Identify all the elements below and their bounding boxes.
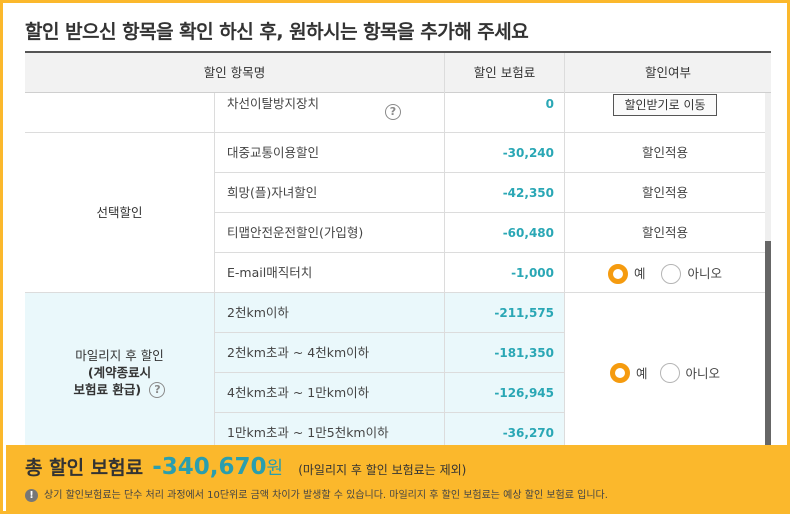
item-amount: -1,000 [445, 253, 565, 293]
group-label-mileage: 마일리지 후 할인 (계약종료시 보험료 환급) ? [25, 293, 215, 445]
discount-panel: 할인 받으신 항목을 확인 하신 후, 원하시는 항목을 추가해 주세요 할인 … [0, 0, 790, 514]
radio-label: 아니오 [685, 366, 721, 381]
item-status: 할인적용 [641, 185, 688, 200]
group-label: 선택할인 [96, 205, 143, 220]
table-row: 2천km초과 ~ 4천km이하 -181,350 [215, 333, 565, 373]
scrollbar[interactable] [765, 93, 771, 445]
table-row: 희망(플)자녀할인 -42,350 할인적용 [215, 173, 765, 213]
radio-checked-icon[interactable] [607, 263, 628, 284]
item-amount: -211,575 [445, 293, 565, 333]
table-row: 티맵안전운전할인(가입형) -60,480 할인적용 [215, 213, 765, 253]
notice-line: ! 상기 할인보험료는 단수 처리 과정에서 10단위로 금액 차이가 발생할 수… [25, 486, 608, 502]
header-premium: 할인 보험료 [445, 53, 565, 93]
total-summary: 총 할인 보험료 -340,670원 (마일리지 후 할인 보험료는 제외) !… [6, 445, 790, 514]
item-name: 4천km초과 ~ 1만km이하 [215, 373, 445, 413]
discount-table: 할인 항목명 할인 보험료 할인여부 차선이탈방지장치 ? 0 할인받기로 이동… [25, 51, 771, 445]
item-amount: -60,480 [445, 213, 565, 253]
total-line: 총 할인 보험료 -340,670원 (마일리지 후 할인 보험료는 제외) [25, 453, 466, 480]
radio-unchecked-icon[interactable] [661, 263, 682, 284]
group-label: 마일리지 후 할인 [75, 347, 164, 363]
table-row: 대중교통이용할인 -30,240 할인적용 [215, 133, 765, 173]
item-amount: -30,240 [445, 133, 565, 173]
item-amount: -181,350 [445, 333, 565, 373]
item-status: 할인적용 [641, 145, 688, 160]
item-amount: 0 [445, 93, 565, 133]
item-name: 희망(플)자녀할인 [215, 173, 445, 213]
total-label: 총 할인 보험료 [25, 457, 144, 479]
total-value: -340,670 [152, 454, 267, 480]
group-label-sub: 보험료 환급) [73, 381, 142, 397]
radio-label: 예 [635, 366, 648, 381]
scrollbar-thumb[interactable] [765, 241, 771, 445]
group-cell-empty [25, 93, 215, 133]
email-no-radio[interactable]: 아니오 [661, 254, 722, 294]
total-note: (마일리지 후 할인 보험료는 제외) [298, 463, 467, 477]
item-status-cell: 할인받기로 이동 [565, 93, 765, 133]
page-title: 할인 받으신 항목을 확인 하신 후, 원하시는 항목을 추가해 주세요 [25, 21, 529, 43]
item-name: 티맵안전운전할인(가입형) [215, 213, 445, 253]
table-row: 4천km초과 ~ 1만km이하 -126,945 [215, 373, 565, 413]
exclamation-icon: ! [25, 488, 38, 502]
email-yes-radio[interactable]: 예 [607, 254, 646, 294]
item-name: 차선이탈방지장치 [227, 96, 320, 111]
mileage-yes-radio[interactable]: 예 [609, 362, 648, 383]
table-row: 1만km초과 ~ 1만5천km이하 -36,270 [215, 413, 565, 445]
item-name-cell: 차선이탈방지장치 ? [215, 93, 445, 133]
group-label-optional: 선택할인 [25, 133, 215, 293]
item-amount: -126,945 [445, 373, 565, 413]
table-header: 할인 항목명 할인 보험료 할인여부 [25, 53, 771, 93]
total-unit: 원 [266, 458, 284, 479]
go-discount-button[interactable]: 할인받기로 이동 [613, 93, 717, 116]
table-row: 차선이탈방지장치 ? 0 할인받기로 이동 [215, 93, 765, 133]
header-item-name: 할인 항목명 [25, 53, 445, 93]
radio-label: 아니오 [687, 265, 722, 281]
item-name: 1만km초과 ~ 1만5천km이하 [215, 413, 445, 445]
mileage-no-radio[interactable]: 아니오 [659, 362, 721, 383]
item-name: E-mail매직터치 [215, 253, 445, 293]
radio-unchecked-icon[interactable] [659, 362, 680, 383]
item-name: 2천km이하 [215, 293, 445, 333]
mileage-radio-group: 예 아니오 [565, 293, 765, 445]
table-row: E-mail매직터치 -1,000 예 아니오 [215, 253, 765, 293]
notice-text: 상기 할인보험료는 단수 처리 과정에서 10단위로 금액 차이가 발생할 수 … [44, 490, 608, 501]
help-icon[interactable]: ? [385, 104, 401, 120]
item-status: 할인적용 [641, 225, 688, 240]
item-amount: -42,350 [445, 173, 565, 213]
item-name: 대중교통이용할인 [215, 133, 445, 173]
help-icon[interactable]: ? [149, 382, 166, 399]
table-body[interactable]: 차선이탈방지장치 ? 0 할인받기로 이동 선택할인 대중교통이용할인 -30,… [25, 93, 771, 445]
table-row: 2천km이하 -211,575 [215, 293, 565, 333]
email-radio-group: 예 아니오 [565, 253, 765, 293]
item-name: 2천km초과 ~ 4천km이하 [215, 333, 445, 373]
header-status: 할인여부 [644, 65, 691, 80]
group-label-sub: (계약종료시 [87, 364, 152, 380]
radio-checked-icon[interactable] [609, 362, 630, 383]
item-amount: -36,270 [445, 413, 565, 445]
radio-label: 예 [633, 265, 646, 281]
